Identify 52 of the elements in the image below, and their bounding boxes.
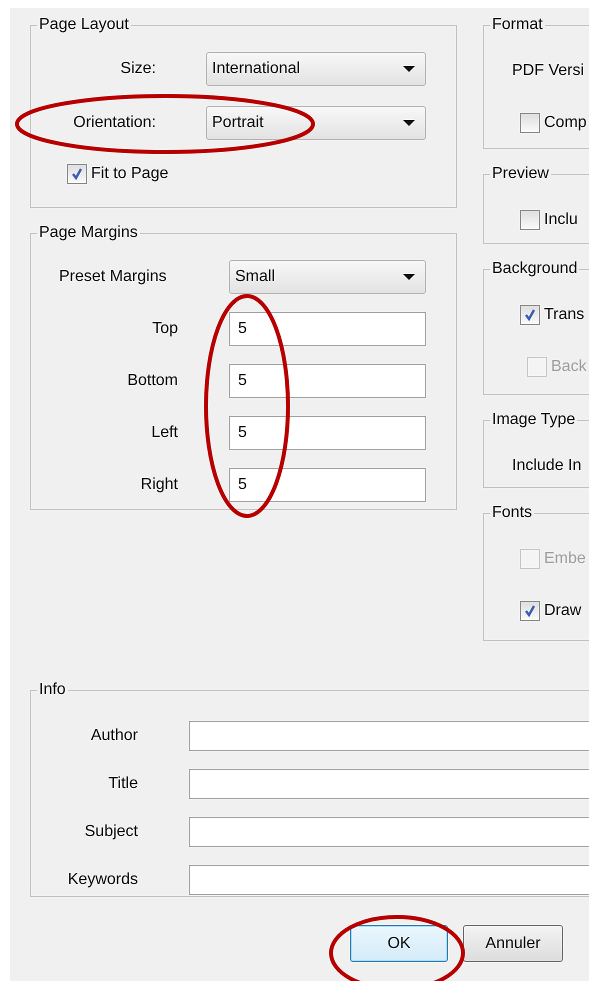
input-field[interactable]: 5 (229, 416, 426, 450)
checkbox[interactable] (520, 210, 540, 230)
checkbox[interactable] (67, 164, 87, 184)
field-label: Include In (512, 456, 582, 476)
input-field[interactable]: 5 (229, 468, 426, 502)
input-field[interactable] (189, 721, 589, 751)
group-title: Fonts (491, 504, 534, 522)
field-label: Title (107, 775, 138, 793)
input-field[interactable] (189, 817, 589, 847)
dialog-button[interactable]: Annuler (463, 925, 563, 962)
group-title: Page Layout (38, 16, 130, 34)
field-label: Author (90, 727, 138, 745)
checkbox-label: Draw (544, 602, 582, 620)
checkbox-label: Embe (544, 550, 586, 568)
checkbox-label: Trans (544, 306, 584, 324)
group-title: Format (491, 16, 544, 34)
input-field[interactable]: 5 (229, 364, 426, 398)
field-label: PDF Versi (512, 61, 586, 81)
dropdown[interactable]: Portrait (206, 106, 426, 140)
group-title: Preview (491, 165, 550, 183)
field-label: Left (150, 424, 178, 442)
group-title: Page Margins (38, 224, 139, 242)
field-label: Right (140, 476, 178, 494)
caret-icon (403, 120, 415, 126)
checkbox[interactable] (520, 601, 540, 621)
group-title: Background (491, 260, 578, 278)
check-icon (523, 308, 537, 322)
field-label: Bottom (126, 372, 178, 390)
dialog-button[interactable]: OK (350, 925, 448, 962)
input-field[interactable] (189, 769, 589, 799)
checkbox-label: Inclu (544, 211, 578, 229)
dropdown[interactable]: Small (229, 260, 426, 294)
field-label: Orientation: (72, 114, 156, 132)
field-label: Size: (119, 60, 156, 78)
input-field[interactable] (189, 865, 589, 895)
dropdown[interactable]: International (206, 52, 426, 86)
caret-icon (403, 274, 415, 280)
checkbox-label: Fit to Page (91, 165, 168, 183)
caret-icon (403, 66, 415, 72)
checkbox-label: Back (551, 358, 587, 376)
check-icon (70, 167, 84, 181)
field-label: Subject (84, 823, 138, 841)
group-title: Image Type (491, 411, 576, 429)
checkbox[interactable] (520, 305, 540, 325)
checkbox[interactable] (520, 113, 540, 133)
field-label: Top (151, 320, 178, 338)
input-field[interactable]: 5 (229, 312, 426, 346)
check-icon (523, 604, 537, 618)
field-label: Keywords (66, 871, 138, 889)
checkbox-label: Comp (544, 114, 587, 132)
group-title: Info (38, 681, 67, 699)
field-label: Preset Margins (58, 268, 168, 286)
